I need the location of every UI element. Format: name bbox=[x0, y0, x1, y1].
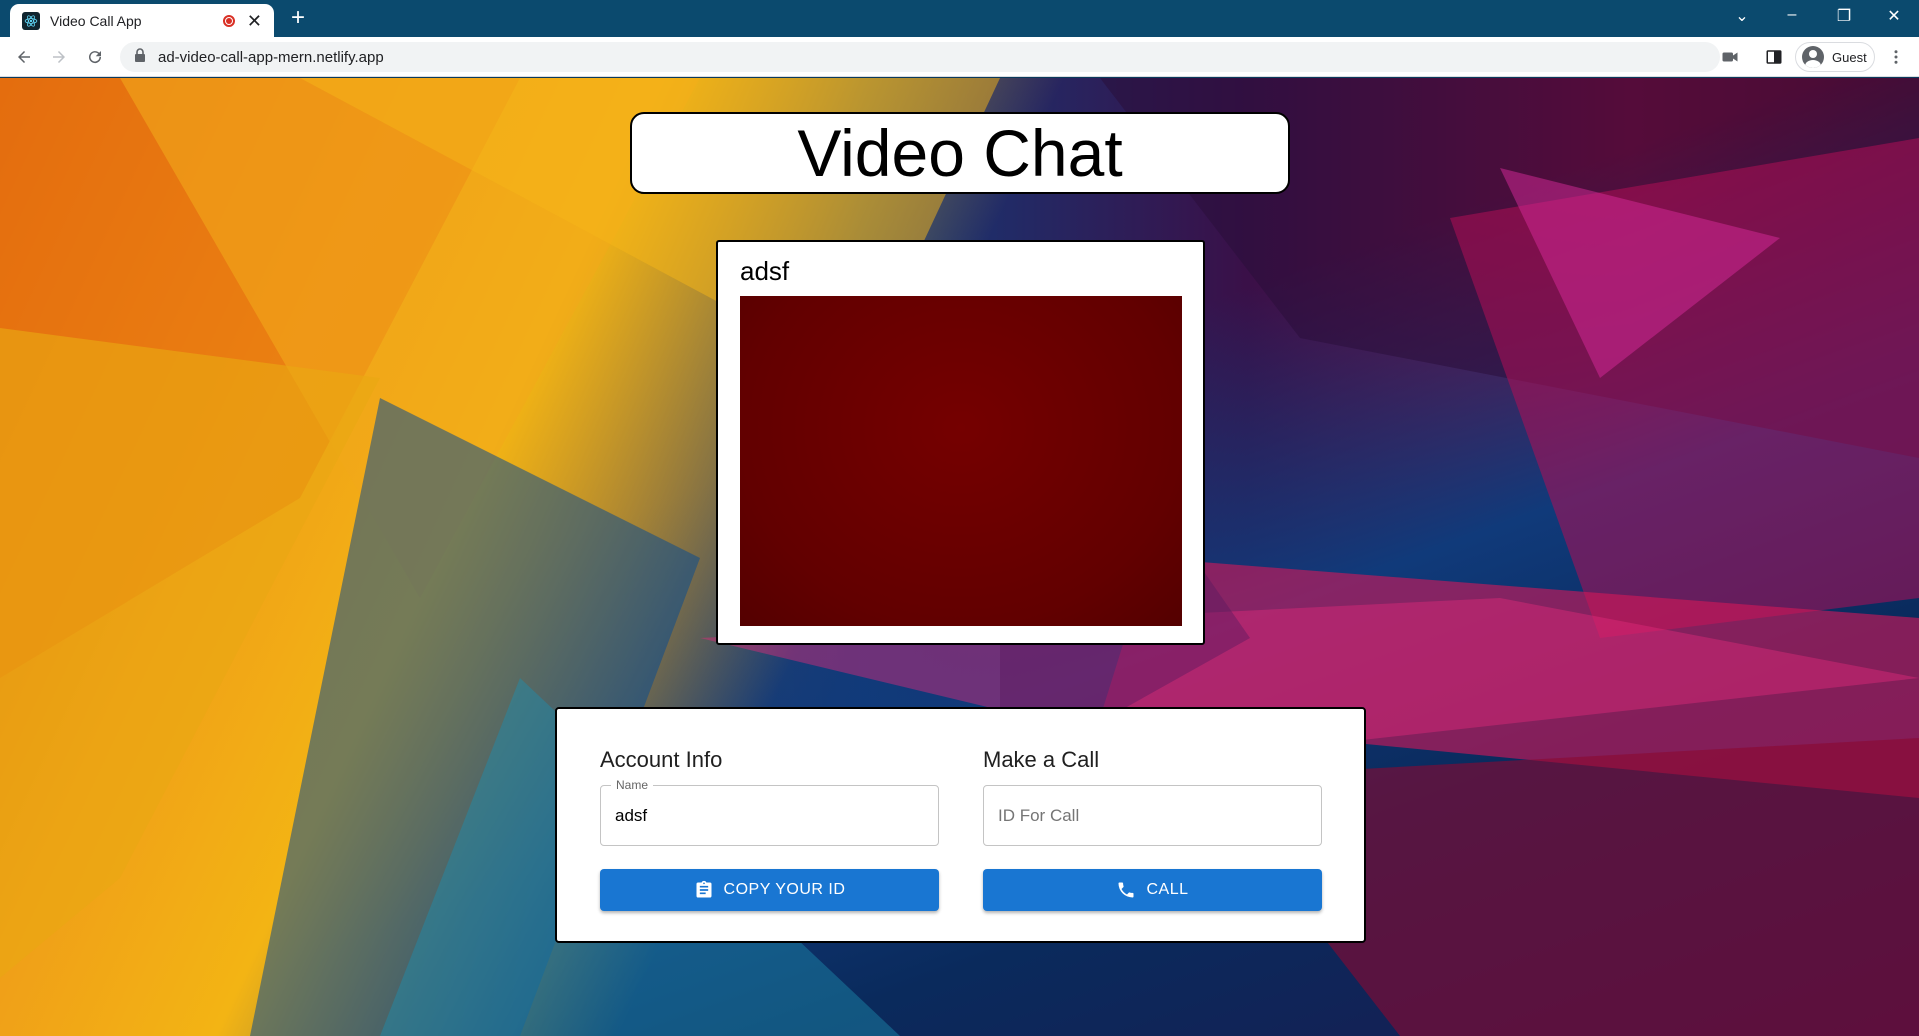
recording-indicator-icon bbox=[222, 14, 235, 27]
call-id-input[interactable] bbox=[984, 786, 1321, 845]
video-caller-name: adsf bbox=[740, 256, 790, 286]
clipboard-icon bbox=[696, 880, 712, 898]
restore-icon[interactable]: ❐ bbox=[1832, 6, 1856, 26]
local-video-feed bbox=[740, 296, 1182, 626]
url-text: ad-video-call-app-mern.netlify.app bbox=[158, 48, 384, 66]
window-close-icon[interactable]: ✕ bbox=[1882, 6, 1906, 26]
video-card: adsf bbox=[716, 240, 1205, 645]
make-call-heading: Make a Call bbox=[983, 747, 1100, 772]
page-title: Video Chat bbox=[797, 116, 1123, 190]
camera-in-use-icon[interactable] bbox=[1718, 45, 1742, 69]
name-field-label: Name bbox=[611, 778, 654, 792]
side-panel-icon[interactable] bbox=[1762, 45, 1786, 69]
phone-icon bbox=[1118, 882, 1134, 898]
guest-avatar-icon bbox=[1802, 46, 1824, 68]
name-field-value: adsf bbox=[615, 806, 648, 825]
browser-toolbar: ad-video-call-app-mern.netlify.app Guest bbox=[0, 37, 1919, 77]
copy-id-button[interactable]: COPY YOUR ID bbox=[600, 869, 939, 911]
minimize-icon[interactable]: – bbox=[1780, 6, 1804, 24]
tab-title: Video Call App bbox=[50, 12, 142, 29]
back-icon[interactable] bbox=[12, 45, 36, 69]
call-button[interactable]: CALL bbox=[983, 869, 1322, 911]
profile-button[interactable]: Guest bbox=[1795, 42, 1875, 72]
account-info-heading: Account Info bbox=[600, 747, 723, 772]
react-icon bbox=[22, 11, 40, 30]
call-id-field[interactable] bbox=[983, 785, 1322, 846]
browser-menu-icon[interactable] bbox=[1884, 45, 1908, 69]
copy-id-button-label: COPY YOUR ID bbox=[723, 881, 846, 898]
page-title-box: Video Chat bbox=[630, 112, 1290, 194]
forward-icon[interactable] bbox=[47, 45, 71, 69]
name-field[interactable]: Name adsf bbox=[600, 778, 939, 846]
tab-search-icon[interactable]: ⌄ bbox=[1730, 6, 1754, 26]
browser-tab[interactable]: Video Call App ✕ bbox=[10, 4, 274, 37]
browser-tab-bar: Video Call App ✕ + ⌄ – ❐ ✕ bbox=[0, 0, 1919, 37]
page-viewport: Video Chat adsf Account Info Name adsf C… bbox=[0, 78, 1919, 1036]
profile-label: Guest bbox=[1832, 49, 1867, 65]
close-tab-icon[interactable]: ✕ bbox=[247, 12, 262, 30]
options-panel: Account Info Name adsf COPY YOUR ID Make… bbox=[555, 707, 1366, 943]
lock-icon bbox=[134, 47, 146, 67]
address-bar[interactable]: ad-video-call-app-mern.netlify.app bbox=[120, 42, 1720, 72]
reload-icon[interactable] bbox=[83, 45, 107, 69]
new-tab-button[interactable]: + bbox=[286, 6, 310, 30]
call-button-label: CALL bbox=[1146, 881, 1189, 898]
